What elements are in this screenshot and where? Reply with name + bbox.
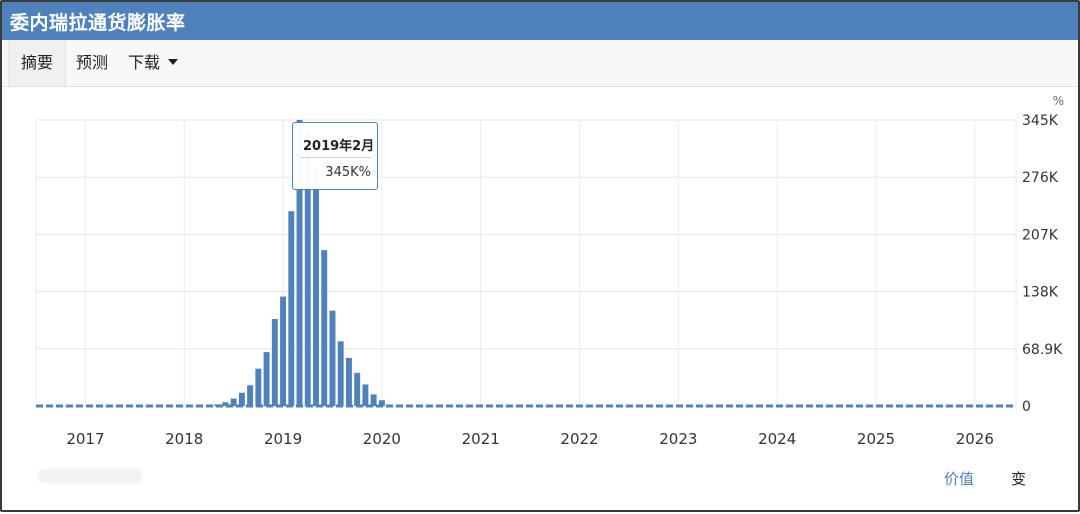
y-tick-label: 276K [1022,170,1059,186]
bar [263,352,270,406]
bar [378,400,385,406]
bar [288,211,295,406]
y-tick-label: 0 [1022,399,1031,415]
y-tick-label: 138K [1022,285,1059,301]
x-tick-label: 2017 [66,430,104,448]
value-link[interactable]: 价值 [944,468,974,489]
tooltip-value: 345K% [325,165,371,180]
bar [238,392,245,406]
plot-area [35,119,1017,407]
x-tick-label: 2020 [363,430,401,448]
tooltip-date: 2019年2月 [303,139,375,154]
x-tick-label: 2019 [264,430,302,448]
x-tick-label: 2026 [956,430,994,448]
change-link[interactable]: 变 [1011,468,1026,489]
bar [230,398,237,406]
bar [222,402,229,406]
tooltip-divider [301,157,371,158]
bar [214,404,221,406]
y-tick-label: 68.9K [1022,342,1063,358]
bar [345,357,352,406]
x-tick-label: 2018 [165,430,203,448]
bar [362,384,369,406]
bar [370,394,377,406]
x-tick-label: 2025 [857,430,895,448]
bar [255,368,262,406]
bar [354,372,361,406]
bar [313,169,319,406]
chart-tooltip: 2019年2月 345K% [292,122,378,190]
bar [271,318,278,406]
bar [321,250,328,406]
watermark [38,469,142,483]
bar [337,341,344,406]
bar [280,296,287,406]
bar [329,310,336,406]
y-tick-label: 207K [1022,227,1059,243]
bar [247,385,254,406]
x-tick-label: 2021 [462,430,500,448]
x-tick-label: 2022 [560,430,598,448]
x-tick-label: 2024 [758,430,796,448]
x-tick-label: 2023 [659,430,697,448]
bar-chart: 0 68.9K 138K 207K 276K 345K 2017 2018 2019 2020 20… [35,113,1063,448]
chart-window: 委内瑞拉通货膨胀率 摘要 预测 下载 % 0 68.9K 138K 207K 276K 3… [0,0,1080,512]
y-tick-label: 345K [1022,113,1059,129]
